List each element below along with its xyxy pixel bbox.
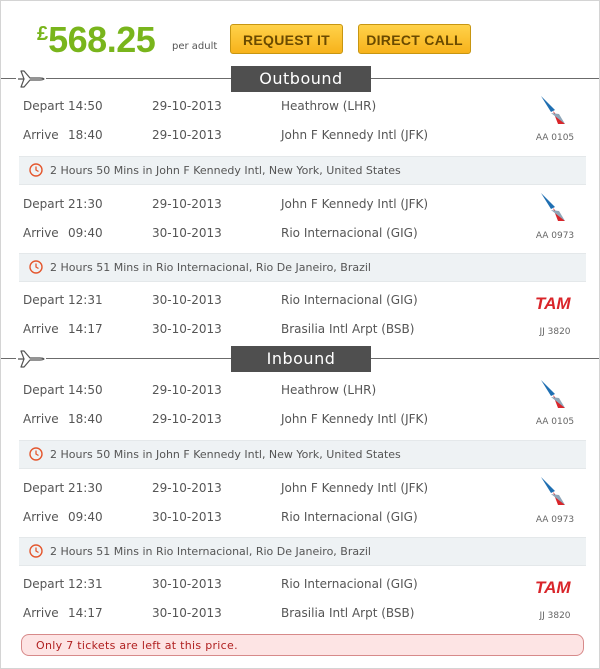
depart-time: 14:50: [68, 383, 103, 397]
arrive-date: 30-10-2013: [152, 322, 222, 336]
arrive-label: Arrive: [23, 606, 59, 620]
arrive-airport: John F Kennedy Intl (JFK): [281, 412, 429, 426]
arrive-time: 14:17: [68, 606, 103, 620]
arrive-date: 29-10-2013: [152, 412, 222, 426]
arrive-date: 30-10-2013: [152, 606, 222, 620]
depart-date: 29-10-2013: [152, 197, 222, 211]
clock-icon: [29, 163, 43, 177]
tam-logo-text: TAM: [535, 294, 571, 313]
plane-icon: [16, 67, 46, 91]
layover-info: 2 Hours 51 Mins in Rio Internacional, Ri…: [19, 253, 586, 282]
clock-icon: [29, 447, 43, 461]
arrive-label: Arrive: [23, 322, 59, 336]
arrive-airport: Rio Internacional (GIG): [281, 510, 418, 524]
depart-label: Depart: [23, 99, 65, 113]
flight-number: AA 0105: [535, 133, 575, 143]
depart-label: Depart: [23, 197, 65, 211]
flight-number: JJ 3820: [539, 327, 571, 337]
direct-call-button[interactable]: DIRECT CALL: [358, 24, 471, 54]
tam-logo-icon: TAM: [531, 292, 581, 330]
depart-date: 29-10-2013: [152, 481, 222, 495]
depart-time: 21:30: [68, 481, 103, 495]
per-adult-label: per adult: [172, 41, 218, 52]
arrive-airport: Rio Internacional (GIG): [281, 226, 418, 240]
depart-label: Depart: [23, 383, 65, 397]
arrive-label: Arrive: [23, 412, 59, 426]
currency-symbol: £: [37, 23, 49, 45]
arrive-airport: Brasilia Intl Arpt (BSB): [281, 322, 415, 336]
layover-info: 2 Hours 51 Mins in Rio Internacional, Ri…: [19, 537, 586, 566]
flight-number: JJ 3820: [539, 611, 571, 621]
american-airlines-logo-icon: [531, 475, 581, 513]
section-title: Outbound: [231, 66, 371, 92]
arrive-time: 18:40: [68, 412, 103, 426]
tam-logo-text: TAM: [535, 578, 571, 597]
arrive-airport: John F Kennedy Intl (JFK): [281, 128, 429, 142]
depart-label: Depart: [23, 293, 65, 307]
depart-airport: Heathrow (LHR): [281, 383, 377, 397]
american-airlines-logo-icon: [531, 191, 581, 229]
depart-airport: Rio Internacional (GIG): [281, 577, 418, 591]
arrive-time: 09:40: [68, 510, 103, 524]
depart-date: 30-10-2013: [152, 293, 222, 307]
arrive-time: 18:40: [68, 128, 103, 142]
arrive-date: 30-10-2013: [152, 226, 222, 240]
request-it-button[interactable]: REQUEST IT: [230, 24, 343, 54]
clock-icon: [29, 260, 43, 274]
depart-label: Depart: [23, 481, 65, 495]
section-title: Inbound: [231, 346, 371, 372]
price: £ 568.25: [37, 19, 156, 61]
flight-number: AA 0973: [535, 515, 575, 525]
depart-time: 12:31: [68, 577, 103, 591]
clock-icon: [29, 544, 43, 558]
plane-icon: [16, 347, 46, 371]
depart-time: 14:50: [68, 99, 103, 113]
layover-text: 2 Hours 50 Mins in John F Kennedy Intl, …: [50, 448, 401, 461]
depart-airport: Rio Internacional (GIG): [281, 293, 418, 307]
depart-airport: John F Kennedy Intl (JFK): [281, 197, 429, 211]
arrive-time: 14:17: [68, 322, 103, 336]
depart-time: 21:30: [68, 197, 103, 211]
depart-airport: John F Kennedy Intl (JFK): [281, 481, 429, 495]
arrive-label: Arrive: [23, 128, 59, 142]
arrive-label: Arrive: [23, 226, 59, 240]
depart-airport: Heathrow (LHR): [281, 99, 377, 113]
arrive-date: 30-10-2013: [152, 510, 222, 524]
price-amount: 568.25: [48, 19, 156, 60]
depart-date: 30-10-2013: [152, 577, 222, 591]
layover-text: 2 Hours 51 Mins in Rio Internacional, Ri…: [50, 261, 371, 274]
layover-info: 2 Hours 50 Mins in John F Kennedy Intl, …: [19, 440, 586, 469]
arrive-date: 29-10-2013: [152, 128, 222, 142]
arrive-airport: Brasilia Intl Arpt (BSB): [281, 606, 415, 620]
tam-logo-icon: TAM: [531, 576, 581, 614]
depart-date: 29-10-2013: [152, 383, 222, 397]
layover-text: 2 Hours 50 Mins in John F Kennedy Intl, …: [50, 164, 401, 177]
depart-date: 29-10-2013: [152, 99, 222, 113]
depart-label: Depart: [23, 577, 65, 591]
arrive-time: 09:40: [68, 226, 103, 240]
flight-result-card: £ 568.25 per adult REQUEST IT DIRECT CAL…: [0, 0, 600, 669]
layover-info: 2 Hours 50 Mins in John F Kennedy Intl, …: [19, 156, 586, 185]
flight-number: AA 0973: [535, 231, 575, 241]
american-airlines-logo-icon: [531, 378, 581, 416]
outbound-section-header: Outbound: [1, 66, 599, 92]
arrive-label: Arrive: [23, 510, 59, 524]
flight-number: AA 0105: [535, 417, 575, 427]
inbound-section-header: Inbound: [1, 346, 599, 372]
american-airlines-logo-icon: [531, 94, 581, 132]
depart-time: 12:31: [68, 293, 103, 307]
layover-text: 2 Hours 51 Mins in Rio Internacional, Ri…: [50, 545, 371, 558]
tickets-left-notice: Only 7 tickets are left at this price.: [21, 634, 584, 656]
